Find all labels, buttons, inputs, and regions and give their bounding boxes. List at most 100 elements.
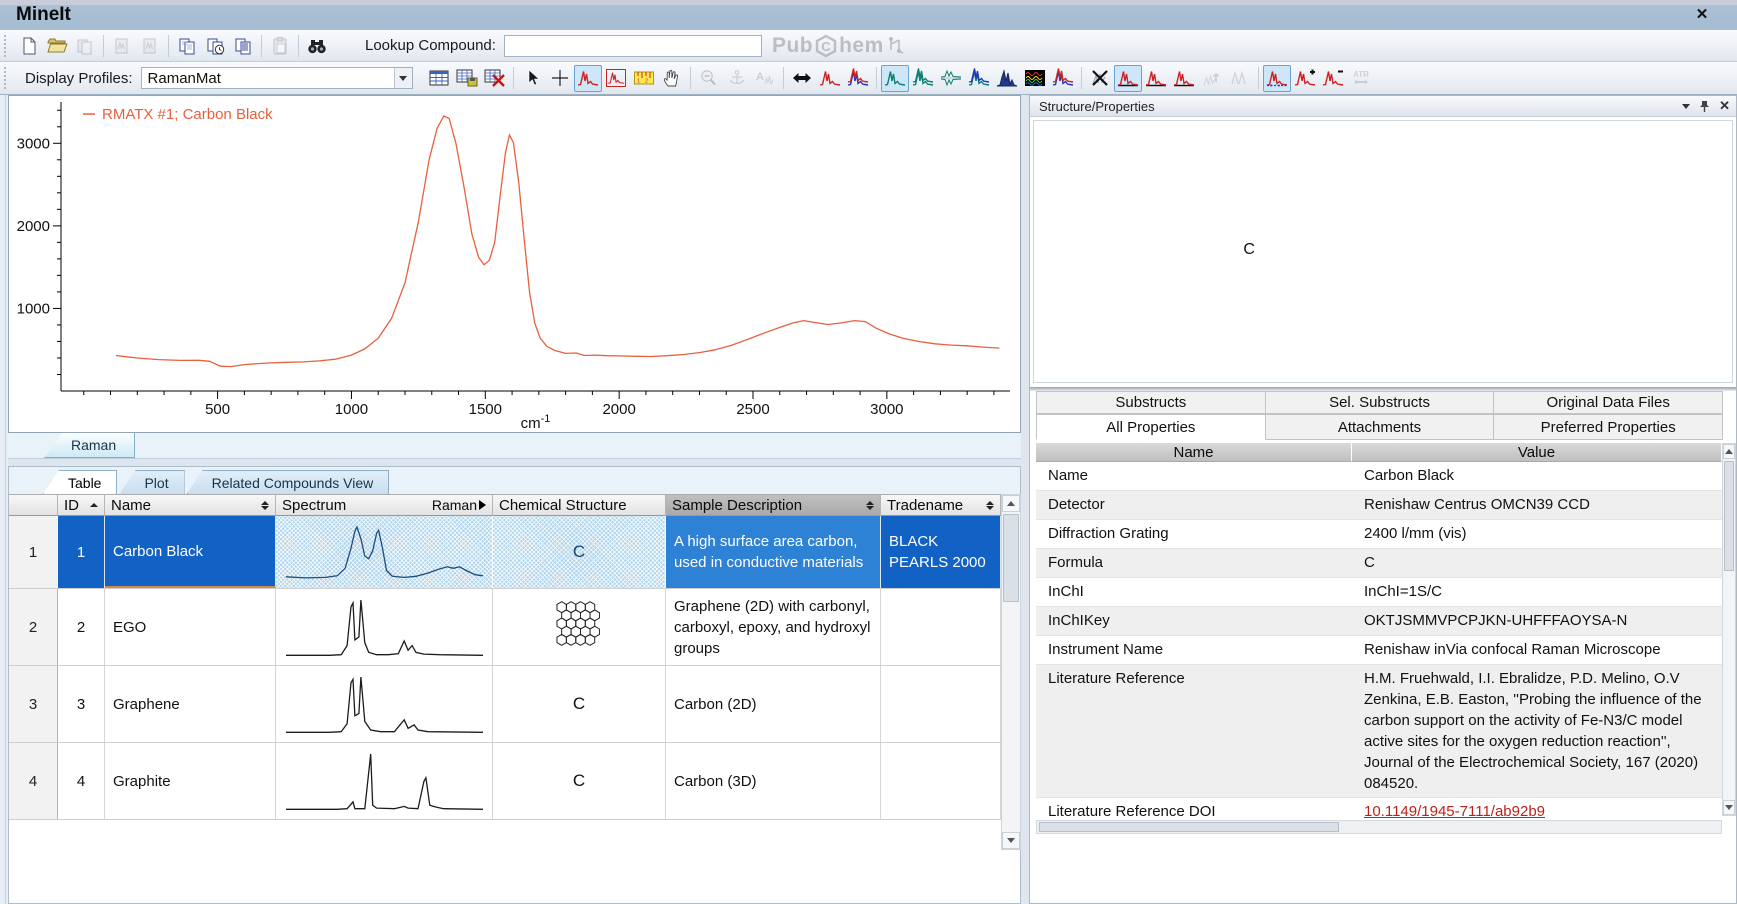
overlay-red-blue-view-icon[interactable] [1049,65,1077,92]
scrollbar-thumb[interactable] [1039,822,1339,832]
table-row[interactable]: 11Carbon BlackCA high surface area carbo… [9,516,1001,589]
doi-link[interactable]: 10.1149/1945-7111/ab92b9 [1364,803,1545,820]
id-cell[interactable]: 1 [58,516,105,588]
copy-all-icon[interactable] [229,32,257,59]
table-vertical-scrollbar[interactable] [1001,494,1021,850]
tab-all-properties[interactable]: All Properties [1036,414,1266,440]
tradename-cell[interactable] [881,589,1001,665]
spectrum-cursor-icon[interactable] [574,65,602,92]
multi-spectrum-view-icon[interactable] [909,65,937,92]
column-header-chemical-structure[interactable]: Chemical Structure [493,494,666,516]
grid-header-value[interactable]: Value [1352,443,1722,462]
scroll-down-button[interactable] [1723,800,1735,815]
crosshair-tool-icon[interactable] [546,65,574,92]
property-row[interactable]: NameCarbon Black [1036,462,1722,491]
sort-icon[interactable] [866,501,874,510]
tab-table[interactable]: Table [43,470,117,494]
properties-horizontal-scrollbar[interactable] [1036,820,1722,834]
column-header-spectrum[interactable]: SpectrumRaman [276,494,493,516]
property-row[interactable]: Literature ReferenceH.M. Fruehwald, I.I.… [1036,665,1722,798]
row-number-cell[interactable]: 2 [9,589,58,665]
sort-icon[interactable] [986,501,994,510]
property-row[interactable]: DetectorRenishaw Centrus OMCN39 CCD [1036,491,1722,520]
full-range-icon[interactable] [788,65,816,92]
name-cell[interactable]: EGO [105,589,276,665]
chemical-structure-cell[interactable]: C [493,743,666,819]
hide-spectra-icon[interactable] [1086,65,1114,92]
tab-preferred-properties[interactable]: Preferred Properties [1493,414,1723,440]
lookup-compound-input[interactable] [504,35,762,57]
property-row[interactable]: InChIInChI=1S/C [1036,578,1722,607]
column-header-sample-description[interactable]: Sample Description [666,494,881,516]
raman-spectrum-chart[interactable]: 10002000300050010001500200025003000cm-1R… [9,96,1020,432]
chevron-down-icon[interactable] [394,68,412,88]
tab-sel-substructs[interactable]: Sel. Substructs [1265,391,1495,414]
column-header-name[interactable]: Name [105,494,276,516]
sample-description-cell[interactable]: Carbon (2D) [666,666,881,742]
sort-icon[interactable] [261,501,269,510]
peak-pick-icon[interactable] [816,65,844,92]
copy-icon[interactable] [173,32,201,59]
name-cell[interactable]: Carbon Black [105,516,276,588]
chemical-structure-cell[interactable] [493,589,666,665]
table-delete-icon[interactable] [481,65,509,92]
spectrum-cell[interactable] [276,516,493,588]
id-cell[interactable]: 2 [58,589,105,665]
display-profiles-select[interactable]: RamanMat [141,67,413,89]
spectrum-chart-panel[interactable]: 10002000300050010001500200025003000cm-1R… [8,95,1021,433]
tab-related-compounds-view[interactable]: Related Compounds View [187,470,390,494]
window-close-button[interactable]: ✕ [1691,5,1713,23]
heatmap-view-icon[interactable] [1021,65,1049,92]
scroll-up-button[interactable] [1723,444,1735,459]
chemical-structure-cell[interactable]: C [493,516,666,588]
id-cell[interactable]: 3 [58,666,105,742]
grid-header-name[interactable]: Name [1036,443,1352,462]
sample-description-cell[interactable]: Graphene (2D) with carbonyl, carboxyl, e… [666,589,881,665]
label-peaks-icon[interactable]: 12 [630,65,658,92]
zoom-box-icon[interactable] [602,65,630,92]
tradename-cell[interactable] [881,666,1001,742]
chemical-structure-cell[interactable]: C [493,666,666,742]
open-file-icon[interactable] [43,32,71,59]
baseline-correct-icon[interactable] [1263,65,1291,92]
spectrum-cell[interactable] [276,589,493,665]
pin-icon[interactable] [1699,100,1710,113]
properties-vertical-scrollbar[interactable] [1722,443,1736,816]
column-header-id[interactable]: ID [58,494,105,516]
toolbar-grip[interactable] [4,35,8,57]
row-number-cell[interactable]: 1 [9,516,58,588]
tab-substructs[interactable]: Substructs [1036,391,1266,414]
copy-with-options-icon[interactable] [201,32,229,59]
subtract-spectrum-icon[interactable] [1319,65,1347,92]
show-all-spectra-icon[interactable] [1142,65,1170,92]
spectrum-cell[interactable] [276,666,493,742]
table-export-icon[interactable] [453,65,481,92]
show-compound-spectra-icon[interactable] [1170,65,1198,92]
vertical-splitter[interactable] [1021,95,1029,904]
property-row[interactable]: Diffraction Grating2400 l/mm (vis) [1036,520,1722,549]
sort-ascending-icon[interactable] [90,503,98,507]
split-view-icon[interactable] [937,65,965,92]
scrollbar-thumb[interactable] [1003,514,1019,602]
name-cell[interactable]: Graphene [105,666,276,742]
scroll-up-button[interactable] [1002,495,1020,512]
row-number-cell[interactable]: 4 [9,743,58,819]
tradename-cell[interactable]: BLACK PEARLS 2000 [881,516,1001,588]
tab-raman[interactable]: Raman [44,433,135,458]
toolbar-grip[interactable] [4,67,8,89]
id-cell[interactable]: 4 [58,743,105,819]
table-row[interactable]: 44GraphiteCCarbon (3D) [9,743,1001,820]
structure-viewer[interactable]: C [1033,120,1733,383]
add-spectrum-icon[interactable] [1291,65,1319,92]
scrollbar-thumb[interactable] [1724,461,1734,571]
table-row[interactable]: 22EGOGraphene (2D) with carbonyl, carbox… [9,589,1001,666]
stacked-view-icon[interactable] [965,65,993,92]
show-selected-spectrum-icon[interactable] [1114,65,1142,92]
new-document-icon[interactable] [15,32,43,59]
property-row[interactable]: InChIKeyOKTJSMMVPCPJKN-UHFFFAOYSA-N [1036,607,1722,636]
tradename-cell[interactable] [881,743,1001,819]
spectrum-type-label[interactable]: Raman [432,497,486,513]
tab-original-data-files[interactable]: Original Data Files [1493,391,1723,414]
horizontal-splitter[interactable] [8,459,1021,466]
sample-description-cell[interactable]: Carbon (3D) [666,743,881,819]
